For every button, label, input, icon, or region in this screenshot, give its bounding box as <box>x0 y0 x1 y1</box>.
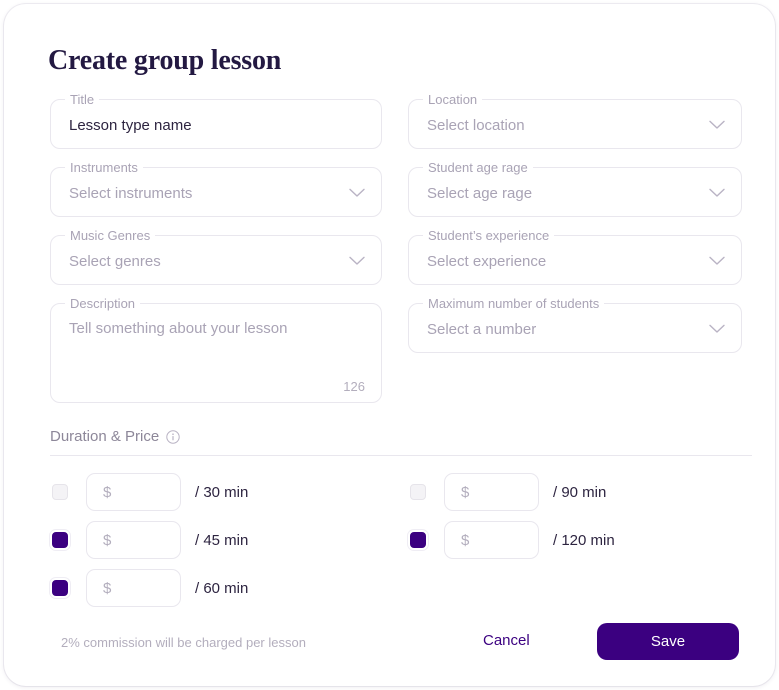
max-students-select-label: Maximum number of students <box>423 296 605 312</box>
title-field-value: Lesson type name <box>69 117 192 134</box>
duration-row-30: $ / 30 min <box>52 473 248 511</box>
duration-checkbox-120[interactable] <box>410 532 426 548</box>
instruments-select-placeholder: Select instruments <box>69 185 193 202</box>
currency-symbol: $ <box>103 531 112 549</box>
duration-price-title: Duration & Price <box>50 428 160 445</box>
currency-symbol: $ <box>103 483 112 501</box>
currency-symbol: $ <box>461 483 470 501</box>
duration-checkbox-90[interactable] <box>410 484 426 500</box>
duration-label-60: / 60 min <box>195 579 249 597</box>
commission-note: 2% commission will be charged per lesson <box>61 635 306 650</box>
title-field-label: Title <box>65 92 100 108</box>
location-select-placeholder: Select location <box>427 117 525 134</box>
price-input-45[interactable]: $ <box>86 521 181 559</box>
currency-symbol: $ <box>461 531 470 549</box>
duration-price-section-header: Duration & Price <box>50 428 180 445</box>
duration-checkbox-30[interactable] <box>52 484 68 500</box>
chevron-down-icon[interactable] <box>349 188 365 198</box>
student-experience-select-label: Student’s experience <box>423 228 555 244</box>
music-genres-select[interactable]: Music Genres Select genres <box>50 228 382 285</box>
duration-row-90: $ / 90 min <box>410 473 606 511</box>
chevron-down-icon[interactable] <box>709 324 725 334</box>
duration-label-30: / 30 min <box>195 483 249 501</box>
duration-label-120: / 120 min <box>553 531 615 549</box>
location-select[interactable]: Location Select location <box>408 92 742 149</box>
music-genres-select-label: Music Genres <box>65 228 156 244</box>
max-students-select[interactable]: Maximum number of students Select a numb… <box>408 296 742 353</box>
currency-symbol: $ <box>103 579 112 597</box>
student-experience-select-placeholder: Select experience <box>427 253 547 270</box>
chevron-down-icon[interactable] <box>709 256 725 266</box>
save-button[interactable]: Save <box>597 623 739 660</box>
duration-label-90: / 90 min <box>553 483 607 501</box>
description-textarea-label: Description <box>65 296 141 312</box>
description-textarea-placeholder: Tell something about your lesson <box>69 320 288 337</box>
title-field[interactable]: Title Lesson type name <box>50 92 382 149</box>
duration-checkbox-45[interactable] <box>52 532 68 548</box>
music-genres-select-placeholder: Select genres <box>69 253 161 270</box>
chevron-down-icon[interactable] <box>709 188 725 198</box>
price-input-120[interactable]: $ <box>444 521 539 559</box>
student-age-range-select[interactable]: Student age rage Select age rage <box>408 160 742 217</box>
instruments-select-label: Instruments <box>65 160 143 176</box>
student-experience-select[interactable]: Student’s experience Select experience <box>408 228 742 285</box>
max-students-select-placeholder: Select a number <box>427 321 537 338</box>
chevron-down-icon[interactable] <box>709 120 725 130</box>
duration-row-120: $ / 120 min <box>410 521 615 559</box>
description-textarea[interactable]: Description Tell something about your le… <box>50 296 382 403</box>
instruments-select[interactable]: Instruments Select instruments <box>50 160 382 217</box>
cancel-button[interactable]: Cancel <box>483 632 530 649</box>
price-input-30[interactable]: $ <box>86 473 181 511</box>
chevron-down-icon[interactable] <box>349 256 365 266</box>
section-divider <box>50 455 752 456</box>
student-age-range-select-placeholder: Select age rage <box>427 185 533 202</box>
info-icon[interactable] <box>166 429 180 444</box>
duration-checkbox-60[interactable] <box>52 580 68 596</box>
duration-row-60: $ / 60 min <box>52 569 248 607</box>
price-input-90[interactable]: $ <box>444 473 539 511</box>
student-age-range-select-label: Student age rage <box>423 160 533 176</box>
description-char-counter: 126 <box>343 379 365 394</box>
price-input-60[interactable]: $ <box>86 569 181 607</box>
location-select-label: Location <box>423 92 483 108</box>
create-group-lesson-dialog: Create group lesson Title Lesson type na… <box>4 4 775 686</box>
page-title: Create group lesson <box>48 45 282 76</box>
duration-row-45: $ / 45 min <box>52 521 248 559</box>
duration-label-45: / 45 min <box>195 531 249 549</box>
